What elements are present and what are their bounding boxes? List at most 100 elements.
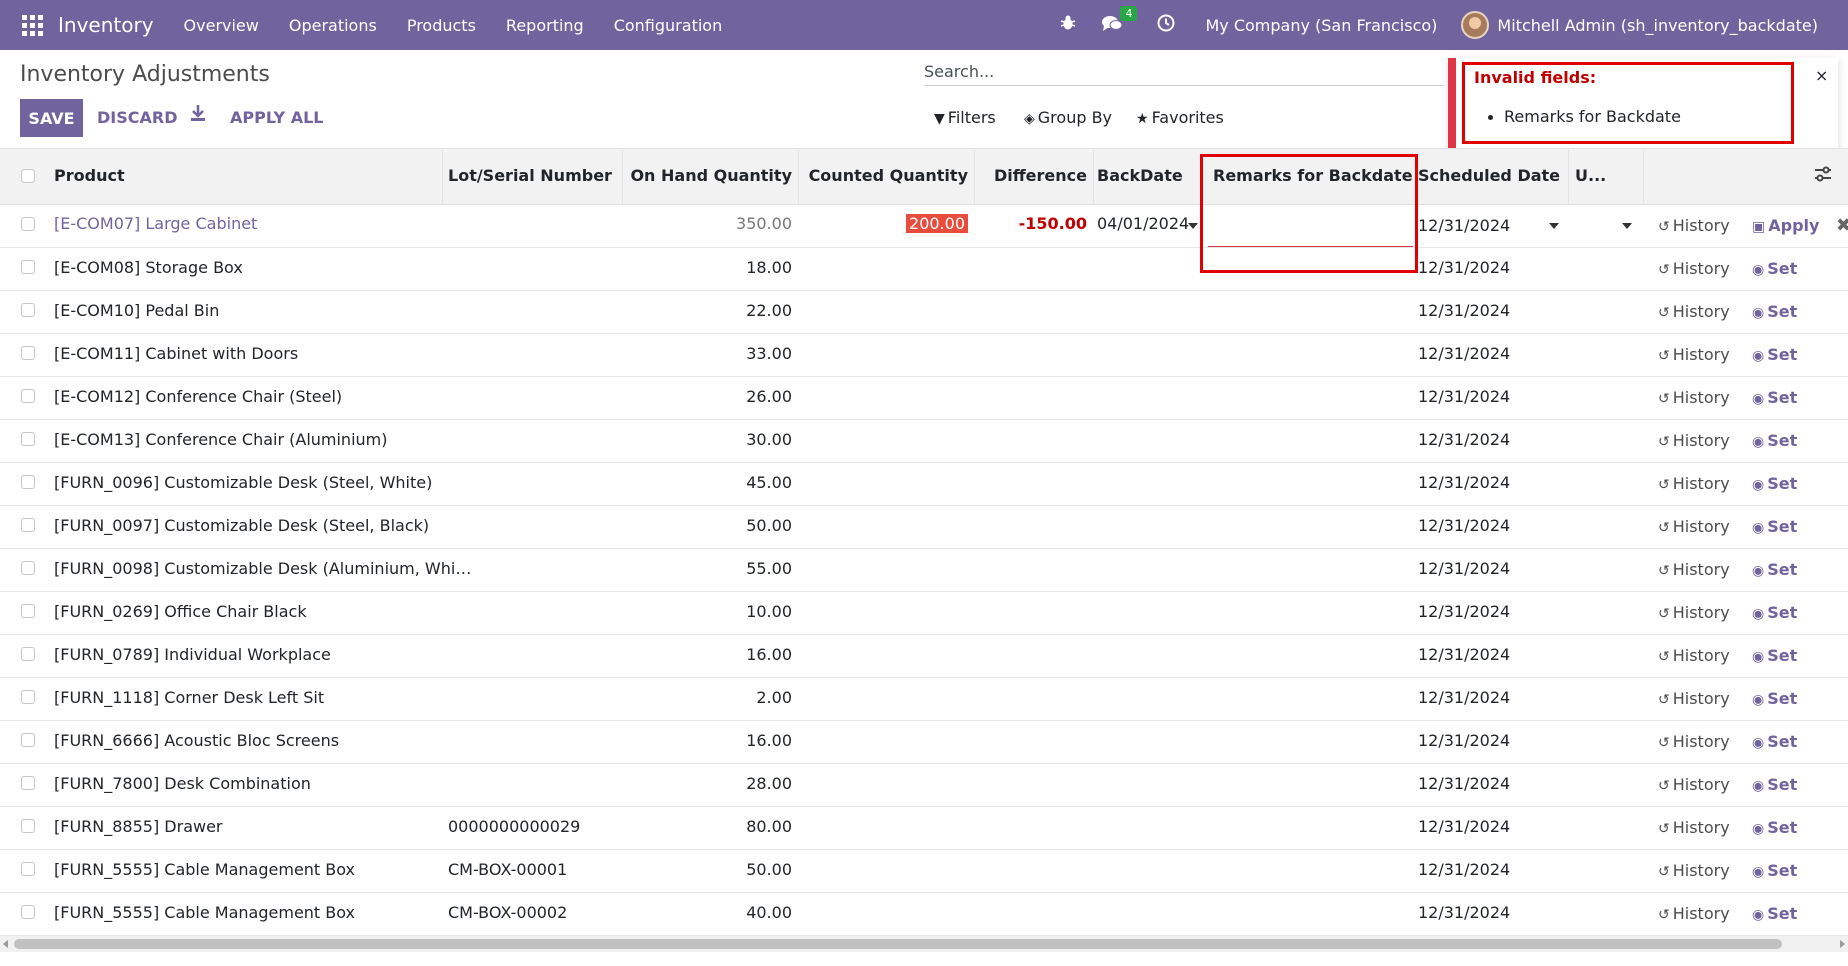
column-header-difference[interactable]: Difference <box>974 166 1087 185</box>
table-row[interactable]: [FURN_7800] Desk Combination 28.00 12/31/2… <box>0 764 1848 807</box>
set-button[interactable]: ◉ Set <box>1752 345 1797 364</box>
column-header-scheduled-date[interactable]: Scheduled Date <box>1418 166 1560 185</box>
history-button[interactable]: ↺ History <box>1658 603 1730 622</box>
set-button[interactable]: ◉ Set <box>1752 732 1797 751</box>
bug-icon[interactable] <box>1059 14 1077 37</box>
set-button[interactable]: ◉ Set <box>1752 560 1797 579</box>
user-dropdown-icon[interactable] <box>1622 223 1632 229</box>
table-row[interactable]: [E-COM08] Storage Box 18.00 12/31/2024 ↺ His… <box>0 248 1848 291</box>
row-checkbox[interactable] <box>21 518 35 532</box>
product-cell[interactable]: [FURN_5555] Cable Management Box <box>54 860 355 879</box>
table-row[interactable]: [E-COM11] Cabinet with Doors 33.00 12/31/2… <box>0 334 1848 377</box>
table-row[interactable]: [FURN_0098] Customizable Desk (Aluminium… <box>0 549 1848 592</box>
product-cell[interactable]: [FURN_0789] Individual Workplace <box>54 645 331 664</box>
menu-operations[interactable]: Operations <box>289 16 377 35</box>
set-button[interactable]: ◉ Set <box>1752 517 1797 536</box>
filters-button[interactable]: ▼ Filters <box>934 108 996 127</box>
history-button[interactable]: ↺ History <box>1658 818 1730 837</box>
save-button[interactable]: SAVE <box>20 99 83 137</box>
horizontal-scrollbar[interactable] <box>0 936 1848 952</box>
product-cell[interactable]: [FURN_0269] Office Chair Black <box>54 602 307 621</box>
table-row[interactable]: [E-COM13] Conference Chair (Aluminium) 30… <box>0 420 1848 463</box>
table-row[interactable]: [FURN_0789] Individual Workplace 16.00 12/… <box>0 635 1848 678</box>
history-button[interactable]: ↺ History <box>1658 431 1730 450</box>
history-button[interactable]: ↺ History <box>1658 388 1730 407</box>
product-cell[interactable]: [E-COM11] Cabinet with Doors <box>54 344 298 363</box>
apps-grid-icon[interactable] <box>18 11 46 39</box>
history-button[interactable]: ↺ History <box>1658 775 1730 794</box>
product-cell[interactable]: [E-COM12] Conference Chair (Steel) <box>54 387 342 406</box>
history-button[interactable]: ↺ History <box>1658 345 1730 364</box>
scroll-right-arrow[interactable] <box>1840 940 1845 948</box>
backdate-field[interactable]: 04/01/2024 <box>1097 214 1189 233</box>
table-row[interactable]: [FURN_6666] Acoustic Bloc Screens 16.00 12… <box>0 721 1848 764</box>
product-cell[interactable]: [FURN_0098] Customizable Desk (Aluminium… <box>54 559 471 578</box>
set-button[interactable]: ◉ Set <box>1752 431 1797 450</box>
scrollbar-thumb[interactable] <box>14 939 1782 949</box>
row-checkbox[interactable] <box>21 690 35 704</box>
row-checkbox[interactable] <box>21 475 35 489</box>
row-checkbox[interactable] <box>21 346 35 360</box>
history-button[interactable]: ↺ History <box>1658 861 1730 880</box>
column-header-user[interactable]: U... <box>1575 166 1606 185</box>
apply-all-button[interactable]: APPLY ALL <box>230 108 323 127</box>
product-cell[interactable]: [FURN_5555] Cable Management Box <box>54 903 355 922</box>
scheduled-date-field[interactable]: 12/31/2024 <box>1418 216 1510 235</box>
table-row-editing[interactable]: [E-COM07] Large Cabinet 350.00 200.00 -1… <box>0 205 1848 248</box>
history-button[interactable]: ↺ History <box>1658 517 1730 536</box>
set-button[interactable]: ◉ Set <box>1752 259 1797 278</box>
product-cell[interactable]: [FURN_0097] Customizable Desk (Steel, Bl… <box>54 516 429 535</box>
history-button[interactable]: ↺ History <box>1658 216 1730 235</box>
table-row[interactable]: [FURN_5555] Cable Management Box CM-BOX-0… <box>0 850 1848 893</box>
history-button[interactable]: ↺ History <box>1658 689 1730 708</box>
set-button[interactable]: ◉ Set <box>1752 775 1797 794</box>
product-cell[interactable]: [FURN_7800] Desk Combination <box>54 774 311 793</box>
row-checkbox[interactable] <box>21 905 35 919</box>
product-cell[interactable]: [E-COM07] Large Cabinet <box>54 214 257 233</box>
counted-quantity-value[interactable]: 200.00 <box>906 214 968 233</box>
history-button[interactable]: ↺ History <box>1658 732 1730 751</box>
table-row[interactable]: [FURN_1118] Corner Desk Left Sit 2.00 12/3… <box>0 678 1848 721</box>
table-row[interactable]: [FURN_5555] Cable Management Box CM-BOX-0… <box>0 893 1848 936</box>
column-header-counted[interactable]: Counted Quantity <box>798 166 968 185</box>
table-row[interactable]: [E-COM12] Conference Chair (Steel) 26.00 1… <box>0 377 1848 420</box>
history-button[interactable]: ↺ History <box>1658 560 1730 579</box>
table-row[interactable]: [FURN_0097] Customizable Desk (Steel, Bl… <box>0 506 1848 549</box>
user-menu[interactable]: Mitchell Admin (sh_inventory_backdate) <box>1497 16 1818 35</box>
row-checkbox[interactable] <box>21 647 35 661</box>
menu-configuration[interactable]: Configuration <box>614 16 723 35</box>
product-cell[interactable]: [E-COM10] Pedal Bin <box>54 301 219 320</box>
search-input[interactable] <box>924 58 1444 84</box>
scroll-left-arrow[interactable] <box>3 940 8 948</box>
menu-products[interactable]: Products <box>407 16 476 35</box>
scheduled-date-dropdown-icon[interactable] <box>1549 223 1559 229</box>
row-checkbox[interactable] <box>21 389 35 403</box>
history-button[interactable]: ↺ History <box>1658 259 1730 278</box>
row-checkbox[interactable] <box>21 561 35 575</box>
column-header-backdate[interactable]: BackDate <box>1097 166 1183 185</box>
product-cell[interactable]: [FURN_6666] Acoustic Bloc Screens <box>54 731 339 750</box>
product-cell[interactable]: [FURN_1118] Corner Desk Left Sit <box>54 688 324 707</box>
history-button[interactable]: ↺ History <box>1658 646 1730 665</box>
row-checkbox[interactable] <box>21 733 35 747</box>
product-cell[interactable]: [FURN_0096] Customizable Desk (Steel, Wh… <box>54 473 432 492</box>
table-row[interactable]: [E-COM10] Pedal Bin 22.00 12/31/2024 ↺ Histo… <box>0 291 1848 334</box>
table-row[interactable]: [FURN_0269] Office Chair Black 10.00 12/31… <box>0 592 1848 635</box>
history-button[interactable]: ↺ History <box>1658 302 1730 321</box>
row-checkbox[interactable] <box>21 303 35 317</box>
group-by-button[interactable]: ◈ Group By <box>1024 108 1112 127</box>
discard-row-icon[interactable]: ✖ <box>1836 215 1848 236</box>
row-checkbox[interactable] <box>21 776 35 790</box>
favorites-button[interactable]: ★ Favorites <box>1136 108 1224 127</box>
row-checkbox[interactable] <box>21 217 35 231</box>
history-button[interactable]: ↺ History <box>1658 904 1730 923</box>
chat-icon[interactable]: 4 <box>1101 5 1138 37</box>
discard-button[interactable]: DISCARD <box>97 108 177 127</box>
app-name[interactable]: Inventory <box>58 13 154 37</box>
table-row[interactable]: [FURN_0096] Customizable Desk (Steel, Wh… <box>0 463 1848 506</box>
set-button[interactable]: ◉ Set <box>1752 603 1797 622</box>
set-button[interactable]: ◉ Set <box>1752 861 1797 880</box>
product-cell[interactable]: [E-COM08] Storage Box <box>54 258 243 277</box>
row-checkbox[interactable] <box>21 819 35 833</box>
row-checkbox[interactable] <box>21 260 35 274</box>
